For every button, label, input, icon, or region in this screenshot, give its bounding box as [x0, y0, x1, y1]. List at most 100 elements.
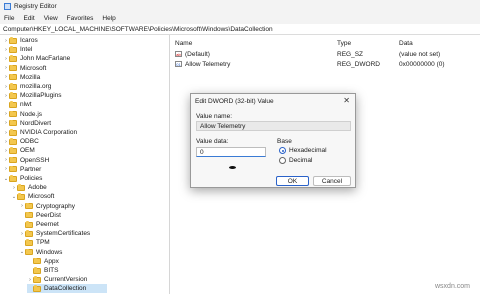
tree-item[interactable]: › Partner	[3, 165, 41, 174]
tree-item-label: Microsoft	[20, 64, 47, 72]
key-tree[interactable]: › Icaros › Intel › John MacFarlane › Microsoft ›…	[0, 35, 170, 294]
folder-icon	[9, 147, 17, 154]
tree-item[interactable]: ⌄ Microsoft	[11, 192, 54, 201]
tree-item-label: ODBC	[20, 138, 39, 146]
value-name-label: Value name:	[196, 113, 233, 120]
tree-item[interactable]: PeerDist	[19, 211, 61, 220]
tree-item[interactable]: › MozillaPlugins	[3, 91, 62, 100]
list-header: Name Type Data	[171, 38, 480, 48]
tree-item[interactable]: › ODBC	[3, 137, 39, 146]
tree-item[interactable]: › mozilla.org	[3, 82, 51, 91]
tree-item-label: CurrentVersion	[44, 276, 88, 284]
folder-icon	[25, 221, 33, 228]
value-type: REG_DWORD	[337, 60, 380, 68]
tree-item[interactable]: nlwt	[3, 100, 32, 109]
tree-item-label: NordDivert	[20, 119, 52, 127]
menu-edit[interactable]: Edit	[23, 15, 34, 22]
value-data: (value not set)	[399, 50, 441, 58]
tree-item-label: DataCollection	[44, 285, 87, 293]
value-data: 0x00000000 (0)	[399, 60, 445, 68]
tree-item[interactable]: › OEM	[3, 146, 35, 155]
tree-item-label: NVIDIA Corporation	[20, 129, 78, 136]
tree-item-label: TPM	[36, 239, 50, 247]
base-label: Base	[277, 138, 292, 145]
list-row[interactable]: 01 Allow Telemetry REG_DWORD 0x00000000 …	[171, 59, 480, 69]
tree-item-label: PeerDist	[36, 211, 61, 219]
radio-decimal[interactable]: Decimal	[279, 157, 312, 164]
tree-item[interactable]: › SystemCertificates	[19, 229, 90, 238]
list-row[interactable]: ab (Default) REG_SZ (value not set)	[171, 49, 480, 59]
tree-item-label: SystemCertificates	[36, 230, 91, 238]
tree-item[interactable]: › John MacFarlane	[3, 54, 70, 63]
menu-bar: File Edit View Favorites Help	[0, 13, 480, 24]
tree-item[interactable]: ⌄ Policies	[3, 174, 42, 183]
tree-item[interactable]: › CurrentVersion	[27, 275, 87, 284]
tree-item[interactable]: Appx	[27, 257, 59, 266]
tree-item-label: Partner	[20, 165, 42, 173]
tree-item-label: nlwt	[20, 101, 32, 109]
folder-icon	[9, 92, 17, 99]
menu-view[interactable]: View	[44, 15, 58, 22]
tree-item[interactable]: › Node.js	[3, 110, 42, 119]
title-bar: Registry Editor	[0, 0, 480, 13]
folder-icon	[33, 267, 41, 274]
menu-help[interactable]: Help	[102, 15, 115, 22]
tree-item-label: mozilla.org	[20, 83, 52, 90]
tree-item[interactable]: › OpenSSH	[3, 156, 49, 165]
folder-icon	[33, 285, 41, 292]
menu-file[interactable]: File	[4, 15, 14, 22]
tree-item-label: Cryptography	[36, 202, 76, 210]
radio-selected-icon	[279, 147, 286, 154]
tree-item[interactable]: › Intel	[3, 45, 32, 54]
tree-item[interactable]: › NVIDIA Corporation	[3, 128, 77, 137]
tree-item-label: Appx	[44, 257, 59, 265]
tree-item[interactable]: ⌄ Windows	[19, 248, 62, 257]
folder-icon	[33, 257, 41, 265]
column-type[interactable]: Type	[337, 40, 351, 47]
window-title: Registry Editor	[14, 3, 57, 10]
tree-item[interactable]: TPM	[19, 238, 50, 247]
folder-icon	[9, 119, 17, 127]
folder-icon	[9, 55, 17, 62]
tree-item-label: MozillaPlugins	[20, 92, 62, 100]
close-icon[interactable]: ✕	[343, 96, 350, 105]
ok-button[interactable]: OK	[276, 176, 309, 186]
menu-favorites[interactable]: Favorites	[67, 15, 94, 22]
address-bar[interactable]: Computer\HKEY_LOCAL_MACHINE\SOFTWARE\Pol…	[0, 24, 480, 35]
tree-item-label: John MacFarlane	[20, 55, 71, 63]
value-type: REG_SZ	[337, 50, 364, 58]
radio-hexadecimal[interactable]: Hexadecimal	[279, 147, 327, 154]
tree-item-label: Policies	[20, 175, 43, 182]
value-data-input[interactable]: 0	[196, 147, 266, 157]
tree-item[interactable]: BITS	[27, 266, 58, 275]
tree-item-label: Mozilla	[20, 73, 41, 81]
folder-icon	[9, 64, 17, 72]
tree-item[interactable]: › Icaros	[3, 36, 38, 45]
tree-item-label: Icaros	[20, 37, 38, 44]
folder-icon	[25, 248, 33, 256]
tree-item[interactable]: › NordDivert	[3, 119, 51, 128]
tree-item[interactable]: Peernet	[19, 220, 59, 229]
folder-icon	[9, 37, 17, 44]
tree-item[interactable]: › Cryptography	[19, 202, 75, 211]
folder-icon	[9, 83, 17, 90]
folder-icon	[9, 73, 17, 81]
tree-item[interactable]: › Microsoft	[3, 64, 46, 73]
cancel-button[interactable]: Cancel	[313, 176, 351, 186]
folder-icon	[17, 193, 25, 200]
tree-item[interactable]: › Adobe	[11, 183, 47, 192]
value-name-field: Allow Telemetry	[196, 121, 351, 131]
folder-icon	[9, 165, 17, 173]
tree-item[interactable]: › Mozilla	[3, 73, 40, 82]
folder-icon	[25, 230, 33, 237]
folder-icon	[25, 239, 33, 246]
column-data[interactable]: Data	[399, 40, 413, 47]
registry-icon	[4, 3, 11, 10]
column-name[interactable]: Name	[175, 40, 192, 47]
tree-item[interactable]: DataCollection	[27, 284, 107, 294]
radio-icon	[279, 157, 286, 164]
value-data-label: Value data:	[196, 138, 229, 145]
folder-icon	[9, 138, 17, 145]
folder-icon	[9, 156, 17, 164]
edit-dword-dialog: Edit DWORD (32-bit) Value ✕ Value name: …	[190, 93, 356, 188]
